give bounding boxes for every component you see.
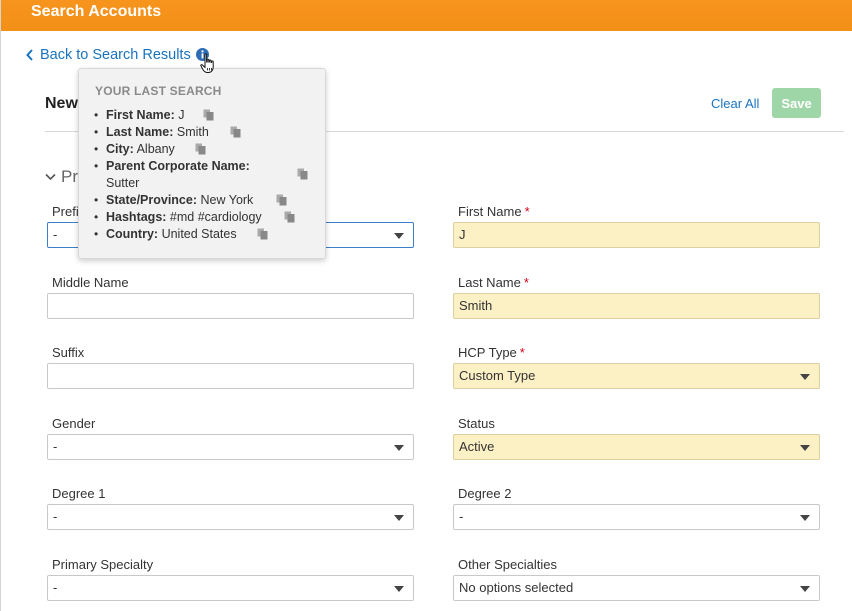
prefix-label: Prefi [52, 204, 79, 219]
copy-icon[interactable] [195, 143, 206, 155]
last-name-value: Smith [459, 298, 493, 313]
hcp-type-label-text: HCP Type [458, 345, 517, 360]
item-value: United States [161, 227, 237, 241]
bullet: • [94, 227, 99, 241]
copy-icon[interactable] [297, 168, 308, 180]
required-mark: * [519, 345, 525, 360]
gender-label: Gender [52, 416, 96, 431]
item-label: Hashtags: [106, 210, 167, 224]
last-search-popover: YOUR LAST SEARCH • First Name: J • Last … [78, 68, 326, 259]
top-bar: Search Accounts [1, 0, 852, 31]
primary-specialty-select[interactable]: - [47, 575, 414, 601]
item-value: Sutter [106, 176, 140, 190]
last-search-item: • City: Albany [94, 141, 316, 158]
caret-down-icon [394, 445, 404, 451]
section-header-profile[interactable]: Pr [45, 167, 78, 187]
other-specialties-select[interactable]: No options selected [453, 575, 820, 601]
status-select[interactable]: Active [453, 434, 820, 460]
degree1-select[interactable]: - [47, 504, 414, 530]
copy-icon[interactable] [284, 211, 295, 223]
degree1-value: - [53, 509, 58, 524]
caret-down-icon [394, 233, 404, 239]
copy-icon[interactable] [257, 228, 268, 240]
caret-down-icon [394, 586, 404, 592]
chevron-left-icon [26, 49, 33, 61]
status-label: Status [458, 416, 495, 431]
caret-down-icon [800, 515, 810, 521]
last-name-label-text: Last Name [458, 275, 521, 290]
degree2-value: - [459, 509, 464, 524]
suffix-input[interactable] [47, 363, 414, 389]
primary-specialty-label: Primary Specialty [52, 557, 154, 572]
item-label: First Name: [106, 108, 175, 122]
item-label: Last Name: [106, 125, 174, 139]
item-value: J [178, 108, 185, 122]
first-name-label: First Name * [458, 204, 530, 219]
item-label: City: [106, 142, 134, 156]
suffix-label: Suffix [52, 345, 85, 360]
bullet: • [94, 159, 99, 173]
item-label: Parent Corporate Name: [106, 159, 250, 173]
chevron-down-icon [45, 173, 56, 181]
bullet: • [94, 125, 99, 139]
clear-all-link[interactable]: Clear All [711, 96, 759, 111]
degree1-label: Degree 1 [52, 486, 106, 501]
hcp-type-value: Custom Type [459, 368, 536, 383]
hcp-type-select[interactable]: Custom Type [453, 363, 820, 389]
item-value: Smith [176, 125, 209, 139]
status-value: Active [459, 439, 495, 454]
first-name-label-text: First Name [458, 204, 522, 219]
back-link-label: Back to Search Results [40, 47, 191, 63]
required-mark: * [524, 204, 530, 219]
degree2-label: Degree 2 [458, 486, 512, 501]
caret-down-icon [800, 586, 810, 592]
caret-down-icon [394, 515, 404, 521]
last-search-item: • Country: United States [94, 226, 316, 243]
first-name-value: J [459, 227, 466, 242]
last-search-item: • Parent Corporate Name: Sutter [94, 158, 316, 192]
last-name-label: Last Name * [458, 275, 529, 290]
bullet: • [94, 210, 99, 224]
page-title: Search Accounts [31, 3, 162, 20]
item-value: New York [200, 193, 254, 207]
item-label: Country: [106, 227, 159, 241]
bullet: • [94, 193, 99, 207]
copy-icon[interactable] [203, 109, 214, 121]
gender-select[interactable]: - [47, 434, 414, 460]
copy-icon[interactable] [230, 126, 241, 138]
hcp-type-label: HCP Type * [458, 345, 525, 360]
hand-pointer-icon [200, 53, 214, 73]
copy-icon[interactable] [276, 194, 287, 206]
section-title: Pr [61, 167, 78, 186]
other-specialties-label: Other Specialties [458, 557, 557, 572]
required-mark: * [523, 275, 529, 290]
back-to-search-results-link[interactable]: Back to Search Results [25, 46, 191, 64]
gender-value: - [53, 439, 58, 454]
save-button[interactable]: Save [772, 88, 821, 118]
other-specialties-value: No options selected [459, 580, 574, 595]
caret-down-icon [800, 445, 810, 451]
bullet: • [94, 142, 99, 156]
middle-name-input[interactable] [47, 293, 414, 319]
item-value: #md #cardiology [169, 210, 262, 224]
degree2-select[interactable]: - [453, 504, 820, 530]
item-value: Albany [136, 142, 175, 156]
middle-name-label: Middle Name [52, 275, 129, 290]
caret-down-icon [800, 374, 810, 380]
popover-heading: YOUR LAST SEARCH [95, 84, 222, 98]
last-name-input[interactable]: Smith [453, 293, 820, 319]
primary-specialty-value: - [53, 580, 58, 595]
item-label: State/Province: [106, 193, 198, 207]
bullet: • [94, 108, 99, 122]
form-title: New [45, 95, 78, 112]
first-name-input[interactable]: J [453, 222, 820, 248]
prefix-value: - [53, 227, 58, 242]
last-search-item: • Last Name: Smith [94, 124, 316, 141]
